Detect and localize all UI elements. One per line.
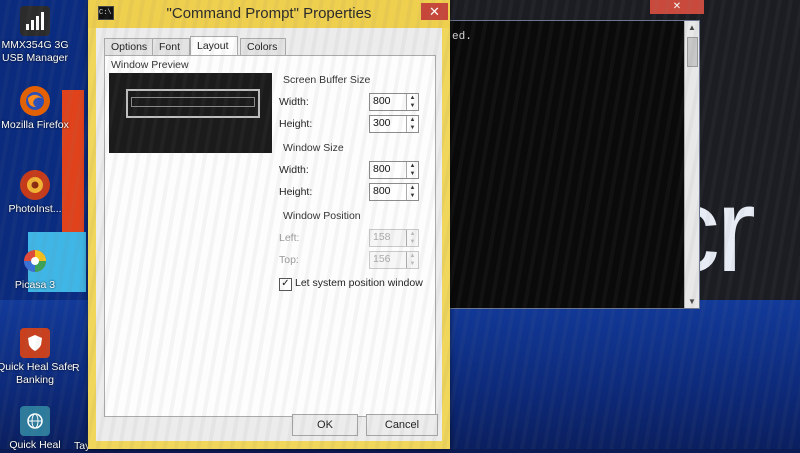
let-system-position-checkbox[interactable]: ✓: [279, 278, 292, 291]
picasa-icon: [20, 246, 50, 276]
tab-label: Colors: [247, 41, 278, 53]
spin-down-icon[interactable]: ▼: [407, 170, 418, 178]
window-width-spinner[interactable]: 800 ▲ ▼: [369, 161, 419, 179]
desktop-icon-mmx-usb-manager[interactable]: MMX354G 3G USB Manager: [0, 6, 74, 65]
signal-bars-icon: [20, 6, 50, 36]
screen-buffer-size-label: Screen Buffer Size: [281, 74, 373, 86]
console-text: ed.: [452, 31, 472, 43]
desktop-icon-mozilla-firefox[interactable]: Mozilla Firefox: [0, 86, 74, 132]
desktop-icon-label: Picasa 3: [14, 279, 56, 291]
cancel-button[interactable]: Cancel: [366, 414, 438, 436]
spinner-arrows[interactable]: ▲ ▼: [406, 230, 418, 246]
scroll-down-arrow-icon[interactable]: ▼: [685, 295, 699, 308]
window-width-label: Width:: [279, 164, 309, 176]
buffer-height-value: 300: [373, 117, 391, 129]
spin-up-icon[interactable]: ▲: [407, 94, 418, 102]
buffer-width-spinner[interactable]: 800 ▲ ▼: [369, 93, 419, 111]
desktop-icon-quick-heal[interactable]: Quick Heal: [0, 406, 74, 452]
desktop-icon-label: Quick Heal: [9, 439, 61, 451]
tab-label: Layout: [197, 40, 229, 52]
console-window[interactable]: ed. ▲ ▼: [443, 20, 700, 309]
position-left-label: Left:: [279, 232, 300, 244]
console-scrollbar[interactable]: ▲ ▼: [684, 21, 699, 308]
spin-down-icon[interactable]: ▼: [407, 102, 418, 110]
spinner-arrows[interactable]: ▲ ▼: [406, 116, 418, 132]
window-height-label: Height:: [279, 186, 313, 198]
spinner-arrows[interactable]: ▲ ▼: [406, 252, 418, 268]
layout-tab-page: Window Preview Screen Buffer Size Width:…: [104, 55, 436, 417]
desktop-icon-picasa[interactable]: Picasa 3: [0, 246, 74, 292]
window-height-spinner[interactable]: 800 ▲ ▼: [369, 183, 419, 201]
globe-icon: [20, 406, 50, 436]
dialog-title-bar[interactable]: C:\ "Command Prompt" Properties ✕: [88, 0, 450, 28]
window-preview-label: Window Preview: [109, 59, 191, 71]
spin-up-icon[interactable]: ▲: [407, 230, 418, 238]
tab-layout[interactable]: Layout: [190, 36, 238, 57]
spin-down-icon[interactable]: ▼: [407, 124, 418, 132]
dialog-close-button[interactable]: ✕: [421, 3, 448, 20]
close-icon: ✕: [672, 1, 682, 12]
tab-label: Options: [111, 41, 148, 53]
buffer-height-label: Height:: [279, 118, 313, 130]
spin-up-icon[interactable]: ▲: [407, 162, 418, 170]
checkmark-icon: ✓: [281, 278, 290, 289]
spinner-arrows[interactable]: ▲ ▼: [406, 94, 418, 110]
ok-button-label: OK: [317, 419, 333, 431]
position-top-label: Top:: [279, 254, 299, 266]
scroll-up-arrow-icon[interactable]: ▲: [685, 21, 699, 34]
window-preview: [109, 73, 272, 153]
shield-icon: [20, 328, 50, 358]
position-top-spinner[interactable]: 156 ▲ ▼: [369, 251, 419, 269]
ok-button[interactable]: OK: [292, 414, 358, 436]
console-close-button[interactable]: ✕: [650, 0, 704, 14]
desktop-icon-partial[interactable]: R: [72, 362, 84, 375]
spin-up-icon[interactable]: ▲: [407, 184, 418, 192]
dialog-body: Options Font Layout Colors Window Previe…: [96, 28, 442, 441]
position-left-spinner[interactable]: 158 ▲ ▼: [369, 229, 419, 247]
spin-up-icon[interactable]: ▲: [407, 252, 418, 260]
firefox-icon: [20, 86, 50, 116]
close-icon: ✕: [429, 4, 440, 19]
desktop-icon-label: PhotoInst...: [8, 203, 62, 215]
desktop-icon-label: Mozilla Firefox: [1, 119, 69, 131]
window-width-value: 800: [373, 163, 391, 175]
spin-up-icon[interactable]: ▲: [407, 116, 418, 124]
spin-down-icon[interactable]: ▼: [407, 260, 418, 268]
desktop-icon-quick-heal-safe-banking[interactable]: Quick Heal Safe Banking: [0, 328, 74, 387]
properties-dialog: C:\ "Command Prompt" Properties ✕ Option…: [88, 0, 450, 449]
desktop-icon-label: MMX354G 3G USB Manager: [1, 39, 69, 64]
tab-options[interactable]: Options: [104, 38, 158, 56]
desktop-icon-label: R: [72, 362, 80, 374]
desktop-icon-label: Quick Heal Safe Banking: [0, 361, 73, 386]
spinner-arrows[interactable]: ▲ ▼: [406, 184, 418, 200]
tab-colors[interactable]: Colors: [240, 38, 286, 56]
let-system-position-label: Let system position window: [295, 277, 423, 289]
buffer-height-spinner[interactable]: 300 ▲ ▼: [369, 115, 419, 133]
photo-icon: [20, 170, 50, 200]
scrollbar-thumb[interactable]: [687, 37, 698, 67]
spin-down-icon[interactable]: ▼: [407, 238, 418, 246]
desktop-icon-photoinstrument[interactable]: PhotoInst...: [0, 170, 74, 216]
tab-label: Font: [159, 41, 181, 53]
window-position-label: Window Position: [281, 210, 363, 222]
tab-font[interactable]: Font: [152, 38, 190, 56]
window-height-value: 800: [373, 185, 391, 197]
spinner-arrows[interactable]: ▲ ▼: [406, 162, 418, 178]
spin-down-icon[interactable]: ▼: [407, 192, 418, 200]
buffer-width-label: Width:: [279, 96, 309, 108]
position-top-value: 156: [373, 253, 391, 265]
buffer-width-value: 800: [373, 95, 391, 107]
dialog-title: "Command Prompt" Properties: [166, 5, 372, 22]
position-left-value: 158: [373, 231, 391, 243]
cancel-button-label: Cancel: [384, 419, 420, 431]
window-size-label: Window Size: [281, 142, 346, 154]
window-preview-frame: [126, 89, 260, 118]
